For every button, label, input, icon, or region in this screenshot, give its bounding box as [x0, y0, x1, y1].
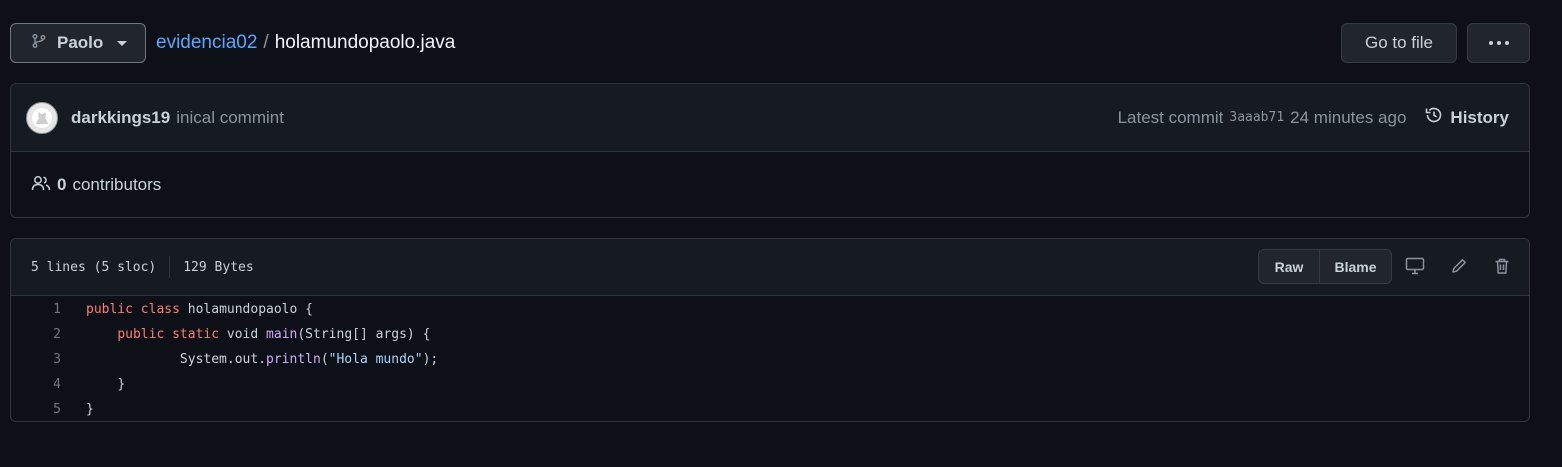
code-token: public	[86, 302, 133, 317]
code-token: }	[86, 402, 94, 417]
code-token: System.out.	[179, 352, 267, 367]
code-token: println	[266, 352, 321, 367]
commit-info-box: darkkings19 inical commint Latest commit…	[10, 83, 1530, 218]
line-number[interactable]: 5	[11, 402, 61, 417]
chevron-down-icon	[117, 40, 128, 46]
line-source: public class holamundopaolo {	[61, 302, 313, 317]
avatar[interactable]	[26, 101, 58, 134]
history-link[interactable]: History	[1424, 105, 1509, 130]
commit-time: 24 minutes ago	[1290, 107, 1407, 127]
file-header: 5 lines (5 sloc) 129 Bytes Raw Blame	[11, 239, 1529, 296]
code-token: class	[132, 302, 180, 317]
branch-name: Paolo	[57, 33, 104, 52]
commit-meta: Latest commit 3aaab71 24 minutes ago His…	[1118, 105, 1509, 130]
line-number[interactable]: 4	[11, 377, 61, 392]
line-number[interactable]: 3	[11, 352, 61, 367]
raw-blame-group: Raw Blame	[1258, 249, 1392, 284]
file-info: 5 lines (5 sloc) 129 Bytes	[31, 256, 254, 278]
contributors-row[interactable]: 0 contributors	[11, 152, 1529, 217]
latest-commit-label: Latest commit	[1117, 107, 1224, 127]
code-token: (	[320, 352, 329, 367]
code-token: static	[164, 327, 220, 342]
pencil-icon[interactable]	[1448, 255, 1470, 277]
code-line: 4 }	[11, 372, 1529, 397]
code-token: public	[117, 327, 165, 342]
code-view: 1 public class holamundopaolo {2 public s…	[11, 296, 1529, 421]
commit-message-link[interactable]: inical commint	[176, 108, 284, 128]
desktop-icon[interactable]	[1404, 255, 1426, 277]
go-to-file-button[interactable]: Go to file	[1341, 23, 1457, 63]
code-line: 5}	[11, 397, 1529, 421]
code-token: main	[266, 327, 298, 342]
code-token: void	[219, 327, 267, 342]
divider	[169, 256, 171, 278]
code-line: 3 System.out.println("Hola mundo");	[11, 347, 1529, 372]
line-source: }	[61, 377, 125, 392]
code-token: holamundopaolo {	[179, 302, 313, 317]
file-viewer: 5 lines (5 sloc) 129 Bytes Raw Blame 1 pu…	[10, 238, 1530, 422]
commit-sha-link[interactable]: 3aaab71	[1229, 110, 1284, 125]
line-source: }	[61, 402, 94, 417]
people-icon	[31, 174, 51, 197]
code-line: 2 public static void main(String[] args)…	[11, 322, 1529, 347]
breadcrumb: evidencia02 / holamundopaolo.java	[156, 32, 455, 54]
blame-button[interactable]: Blame	[1320, 250, 1391, 283]
line-number[interactable]: 2	[11, 327, 61, 342]
contributors-count: 0	[57, 175, 67, 194]
file-lines-info: 5 lines (5 sloc)	[31, 259, 157, 275]
breadcrumb-file-name: holamundopaolo.java	[274, 32, 456, 53]
more-options-button[interactable]	[1467, 23, 1530, 63]
contributors-label: contributors	[72, 175, 162, 194]
git-branch-icon	[31, 33, 47, 54]
branch-selector-button[interactable]: Paolo	[10, 23, 146, 63]
line-source: public static void main(String[] args) {	[61, 327, 430, 342]
breadcrumb-repo-link[interactable]: evidencia02	[156, 32, 257, 54]
code-token: }	[117, 377, 126, 392]
kebab-horizontal-icon	[1488, 41, 1493, 45]
line-number[interactable]: 1	[11, 302, 61, 317]
raw-button[interactable]: Raw	[1259, 250, 1320, 283]
code-token: (String[] args) {	[297, 327, 431, 342]
latest-commit-row: darkkings19 inical commint Latest commit…	[11, 84, 1529, 152]
commit-author-link[interactable]: darkkings19	[71, 108, 170, 128]
file-size: 129 Bytes	[183, 259, 254, 275]
line-source: System.out.println("Hola mundo");	[61, 352, 438, 367]
code-token: );	[422, 352, 439, 367]
code-line: 1 public class holamundopaolo {	[11, 297, 1529, 322]
breadcrumb-separator: /	[263, 32, 269, 53]
history-label: History	[1450, 107, 1509, 127]
code-token: "Hola mundo"	[328, 352, 423, 367]
trash-icon[interactable]	[1491, 255, 1513, 277]
history-icon	[1424, 105, 1444, 130]
